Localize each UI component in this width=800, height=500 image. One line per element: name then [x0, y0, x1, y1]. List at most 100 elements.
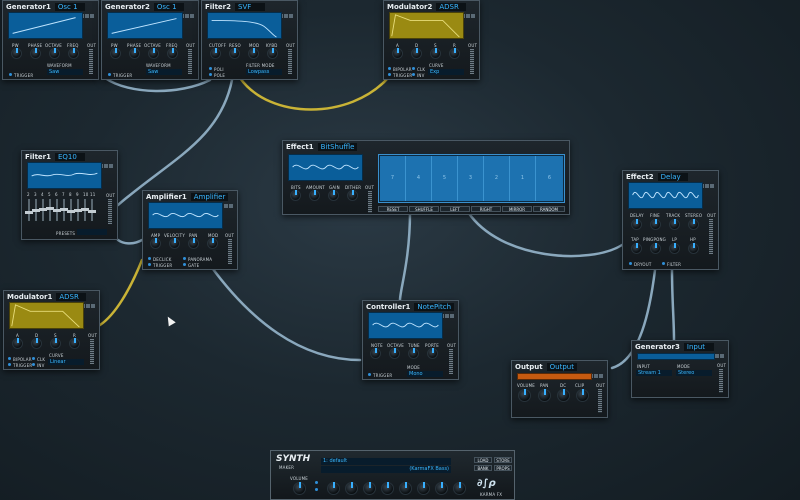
phase-knob[interactable]	[129, 48, 140, 59]
eq-band-slider[interactable]	[25, 199, 33, 221]
macro-knob[interactable]	[345, 482, 358, 495]
eq-band-slider[interactable]	[74, 199, 82, 221]
eq-band-slider[interactable]	[88, 199, 96, 221]
gate-toggle[interactable]	[183, 263, 186, 266]
macro-knob[interactable]	[417, 482, 430, 495]
window-buttons[interactable]	[218, 193, 234, 208]
mirror-button[interactable]: MIRROR	[502, 206, 532, 212]
effect1-module[interactable]: Effect1 BitShuffle BITS AMOUNT GAIN DITHE…	[282, 140, 570, 215]
curve-select[interactable]: Exp	[428, 69, 464, 75]
macro-knob[interactable]	[453, 482, 466, 495]
modulator2-module[interactable]: Modulator2 ADSR A D S R OUT BIPOLAR CLK T…	[383, 0, 480, 80]
amount-knob[interactable]	[309, 190, 320, 201]
filter-toggle[interactable]	[662, 262, 665, 265]
freq-knob[interactable]	[68, 48, 79, 59]
option-led[interactable]	[315, 481, 318, 484]
synthmaker-panel[interactable]: SYNTH MAKER 1: default (KarmaFX Bass) LO…	[270, 450, 515, 500]
right-button[interactable]: RIGHT	[471, 206, 501, 212]
shuffle-cell[interactable]: 1	[510, 156, 536, 201]
dryout-toggle[interactable]	[629, 262, 632, 265]
mod-knob[interactable]	[248, 48, 259, 59]
decay-knob[interactable]	[31, 338, 42, 349]
shuffle-grid[interactable]: 7 4 5 3 2 1 6	[378, 154, 565, 203]
clk-toggle[interactable]	[412, 67, 415, 70]
amp-knob[interactable]	[150, 238, 161, 249]
shuffle-cell[interactable]: 4	[406, 156, 432, 201]
octave-knob[interactable]	[49, 48, 60, 59]
inv-toggle[interactable]	[412, 73, 415, 76]
kybd-knob[interactable]	[267, 48, 278, 59]
mode-select[interactable]: Mono	[407, 371, 443, 377]
bank-button[interactable]: BANK	[474, 465, 492, 471]
bipolar-toggle[interactable]	[388, 67, 391, 70]
freq-knob[interactable]	[167, 48, 178, 59]
input-select[interactable]: Stream 1	[636, 370, 672, 376]
trigger-toggle[interactable]	[368, 373, 371, 376]
note-knob[interactable]	[370, 348, 381, 359]
left-button[interactable]: LEFT	[440, 206, 470, 212]
release-knob[interactable]	[69, 338, 80, 349]
gain-knob[interactable]	[328, 190, 339, 201]
eq-band-slider[interactable]	[46, 199, 54, 221]
macro-knob[interactable]	[399, 482, 412, 495]
mod-knob[interactable]	[207, 238, 218, 249]
eq-band-slider[interactable]	[32, 199, 40, 221]
attack-knob[interactable]	[12, 338, 23, 349]
clip-knob[interactable]	[576, 389, 589, 402]
trigger-toggle[interactable]	[8, 363, 11, 366]
volume-knob[interactable]	[518, 389, 531, 402]
store-button[interactable]: STORE	[494, 457, 512, 463]
window-buttons[interactable]	[709, 343, 725, 358]
eq-band-slider[interactable]	[81, 199, 89, 221]
window-buttons[interactable]	[98, 153, 114, 168]
declick-toggle[interactable]	[148, 257, 151, 260]
phase-knob[interactable]	[30, 48, 41, 59]
octave-knob[interactable]	[148, 48, 159, 59]
trigger-toggle[interactable]	[388, 73, 391, 76]
random-button[interactable]: RANDOM	[533, 206, 565, 212]
window-buttons[interactable]	[79, 3, 95, 18]
shuffle-cell[interactable]: 6	[536, 156, 563, 201]
dc-knob[interactable]	[557, 389, 570, 402]
sustain-knob[interactable]	[50, 338, 61, 349]
window-buttons[interactable]	[80, 293, 96, 308]
pole-toggle[interactable]	[209, 73, 212, 76]
delay-knob[interactable]	[631, 219, 642, 230]
macro-knob[interactable]	[435, 482, 448, 495]
panorama-toggle[interactable]	[183, 257, 186, 260]
macro-knob[interactable]	[327, 482, 340, 495]
mode-select[interactable]: Stereo	[676, 370, 712, 376]
shuffle-cell[interactable]: 7	[380, 156, 406, 201]
track-knob[interactable]	[669, 219, 680, 230]
filter2-module[interactable]: Filter2 SVF CUTOFF RESO MOD KYBD OUT POLI…	[201, 0, 298, 80]
controller1-module[interactable]: Controller1 NotePitch NOTE OCTAVE TUNE PO…	[362, 300, 459, 380]
shuffle-button[interactable]: SHUFFLE	[409, 206, 439, 212]
eq-band-slider[interactable]	[60, 199, 68, 221]
window-buttons[interactable]	[278, 3, 294, 18]
eq-band-slider[interactable]	[53, 199, 61, 221]
pan-knob[interactable]	[188, 238, 199, 249]
stereo-knob[interactable]	[688, 219, 699, 230]
porte-knob[interactable]	[427, 348, 438, 359]
pw-knob[interactable]	[110, 48, 121, 59]
fine-knob[interactable]	[650, 219, 661, 230]
pingpong-knob[interactable]	[650, 243, 661, 254]
presets-select[interactable]	[77, 229, 107, 235]
shuffle-cell[interactable]: 5	[432, 156, 458, 201]
shuffle-cell[interactable]: 2	[484, 156, 510, 201]
window-buttons[interactable]	[179, 3, 195, 18]
generator3-module[interactable]: Generator3 Input INPUT Stream 1 MODE Ster…	[631, 340, 729, 398]
load-button[interactable]: LOAD	[474, 457, 492, 463]
hp-knob[interactable]	[688, 243, 699, 254]
decay-knob[interactable]	[411, 48, 422, 59]
props-button[interactable]: PROPS	[494, 465, 512, 471]
inv-toggle[interactable]	[32, 363, 35, 366]
waveform-select[interactable]: Saw	[146, 69, 182, 75]
generator1-module[interactable]: Generator1 Osc 1 PW PHASE OCTAVE FREQ OUT…	[2, 0, 99, 80]
modulator1-module[interactable]: Modulator1 ADSR A D S R OUT BIPOLAR CLK T…	[3, 290, 100, 370]
curve-select[interactable]: Linear	[48, 359, 84, 365]
pw-knob[interactable]	[11, 48, 22, 59]
option-led[interactable]	[315, 488, 318, 491]
clk-toggle[interactable]	[32, 357, 35, 360]
macro-knob[interactable]	[363, 482, 376, 495]
